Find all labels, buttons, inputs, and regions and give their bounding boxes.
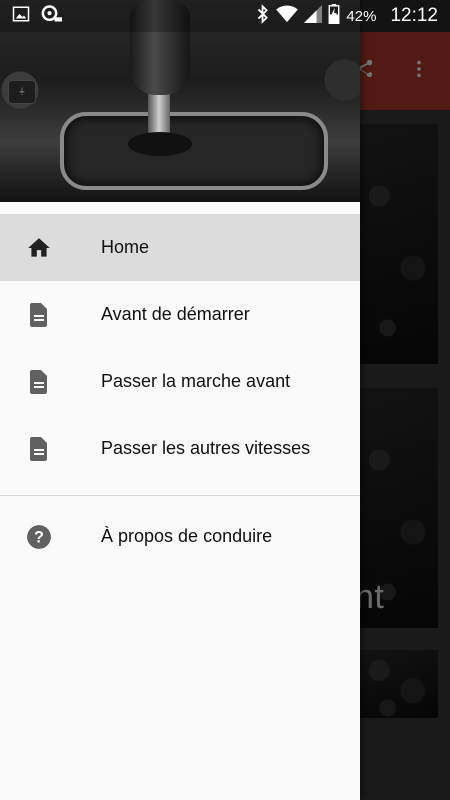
image-icon — [12, 5, 30, 28]
dashboard-button-graphic: ⏚ — [8, 80, 36, 104]
menu-item-passer-les-autres-vitesses[interactable]: Passer les autres vitesses — [0, 415, 360, 482]
document-icon — [26, 436, 52, 462]
menu-item-a-propos[interactable]: ? À propos de conduire — [0, 503, 360, 570]
menu-divider — [0, 495, 360, 496]
menu-item-label: Passer les autres vitesses — [101, 438, 311, 458]
navigation-drawer: ⏚ Home Avant de démarrer Passer la march… — [0, 0, 360, 800]
console-graphic — [60, 112, 328, 190]
bluetooth-icon — [256, 3, 270, 29]
menu-item-label: À propos de conduire — [101, 526, 273, 546]
sync-icon — [40, 4, 64, 29]
gear-stem-graphic — [148, 88, 170, 138]
menu-item-home[interactable]: Home — [0, 214, 360, 281]
menu-item-avant-de-demarrer[interactable]: Avant de démarrer — [0, 281, 360, 348]
svg-text:?: ? — [34, 528, 44, 546]
cell-signal-icon — [304, 4, 323, 28]
document-icon — [26, 369, 52, 395]
menu-item-passer-la-marche-avant[interactable]: Passer la marche avant — [0, 348, 360, 415]
gear-boot-graphic — [128, 132, 192, 156]
document-icon — [26, 302, 52, 328]
menu-item-label: Avant de démarrer — [101, 304, 250, 324]
help-circle-icon: ? — [26, 524, 52, 550]
drawer-menu: Home Avant de démarrer Passer la marche … — [0, 202, 360, 570]
menu-item-label: Passer la marche avant — [101, 371, 291, 391]
battery-percent: 42% — [346, 7, 377, 25]
wifi-icon — [276, 4, 299, 28]
status-bar: 42% 12:12 — [0, 0, 450, 32]
home-icon — [26, 235, 52, 261]
menu-item-label: Home — [101, 237, 150, 257]
clock: 12:12 — [390, 5, 438, 26]
battery-icon — [328, 3, 340, 29]
